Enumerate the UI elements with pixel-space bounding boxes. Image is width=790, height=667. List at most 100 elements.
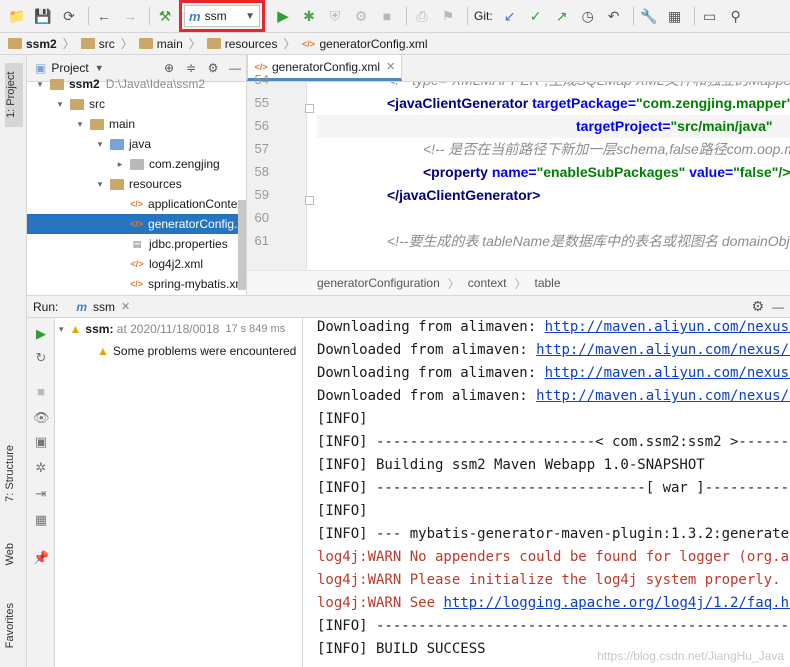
tree-item-resources[interactable]: ▾ resources [27,174,246,194]
tree-item-main[interactable]: ▾ main [27,114,246,134]
tree-item-log4j2[interactable]: </> log4j2.xml [27,254,246,274]
code-area[interactable]: <!-- type="XMLMAPPER",生成SQLMap XML文件和独立的… [309,82,790,270]
git-rollback-icon[interactable]: ↶ [603,5,625,27]
folder-icon [80,38,95,49]
sync-icon[interactable]: ⟳ [58,5,80,27]
import-icon[interactable]: ⇥ [33,486,49,502]
gear-icon[interactable]: ⚙ [751,298,764,315]
tree-item-application-context[interactable]: </> applicationContext.xml [27,194,246,214]
breadcrumb-item-resources[interactable]: resources [206,37,277,51]
git-push-icon[interactable]: ↗ [551,5,573,27]
tab-generator-config[interactable]: </> generatorConfig.xml ✕ [247,54,403,81]
breadcrumb-item-main[interactable]: main [138,37,183,51]
run-header: Run: m ssm ✕ ⚙ — [27,296,790,318]
tool-tab-web[interactable]: Web [4,543,22,565]
project-view-selector[interactable]: Project [51,61,88,75]
stop-icon[interactable]: ■ [376,5,398,27]
tree-item-src[interactable]: ▾ src [27,94,246,114]
tree-item-jdbc-properties[interactable]: ▤ jdbc.properties [27,234,246,254]
back-icon[interactable]: ← [93,5,115,27]
save-all-icon[interactable]: 💾 [32,5,54,27]
run-label: Run: [33,299,59,314]
code-line-58: <property name="enableSubPackages" value… [423,164,790,180]
console-line: [INFO] Building ssm2 Maven Webapp 1.0-SN… [317,457,705,473]
code-line-57: <!-- 是否在当前路径下新加一层schema,false路径com.oop.m… [423,141,790,157]
warning-icon: ▲ [69,322,82,336]
run-actions-bar: ▶ ↻ ■ 👁 ▣ ✲ ⇥ ▦ 📌 [27,318,55,667]
expand-arrow-icon: ▾ [37,78,43,89]
close-icon[interactable]: ✕ [121,300,130,313]
folder-icon [206,38,221,49]
close-icon[interactable]: ✕ [386,60,395,73]
breadcrumb-item-ssm2[interactable]: ssm2 [8,37,57,51]
breadcrumb-item-file[interactable]: </> generatorConfig.xml [301,37,428,51]
hide-icon[interactable]: — [224,61,246,75]
crumb-table[interactable]: table [534,276,560,290]
hide-icon[interactable]: — [772,300,784,314]
coverage-icon[interactable]: ⛨ [324,5,346,27]
tool-tab-favorites[interactable]: Favorites [4,603,22,648]
locate-icon[interactable]: ⊕ [158,61,180,75]
run-icon[interactable]: ▶ [272,5,294,27]
settings-icon[interactable]: ✲ [33,460,49,476]
profile-icon[interactable]: ⚙ [350,5,372,27]
run-config-label: ssm [204,9,227,23]
console-link[interactable]: http://maven.aliyun.com/nexus/content/gr… [536,388,790,404]
tree-item-spring-mybatis[interactable]: </> spring-mybatis.xml [27,274,246,294]
open-folder-icon[interactable]: 📁 [6,5,28,27]
build-hammer-icon[interactable]: ⚒ [154,5,176,27]
tree-item-generator-config[interactable]: </> generatorConfig.xml [27,214,246,234]
breadcrumb-item-src[interactable]: src [80,37,115,51]
project-scrollbar[interactable] [238,200,246,290]
deploy-icon[interactable]: ⚑ [437,5,459,27]
toolbar-separator [149,7,150,25]
console-link[interactable]: http://maven.aliyun.com/nexus/content/gr… [545,319,790,335]
collapse-all-icon[interactable]: ≑ [180,61,202,75]
run-tab-ssm[interactable]: ssm [93,300,115,314]
code-line-56: targetProject="src/main/java" [576,118,773,134]
camera-icon[interactable]: ▣ [33,434,49,450]
tree-item-java[interactable]: ▾ java [27,134,246,154]
settings-wrench-icon[interactable]: 🔧 [638,5,660,27]
debug-icon[interactable]: ✱ [298,5,320,27]
xml-file-icon: </> [301,38,315,49]
console-line: [INFO] --------------------------< com.s… [317,434,790,450]
crumb-generator-configuration[interactable]: generatorConfiguration [317,276,440,290]
pin-icon[interactable]: 📌 [33,550,49,566]
stop-icon[interactable]: ■ [33,384,49,399]
console-link[interactable]: http://maven.aliyun.com/nexus/content/gr… [545,365,790,381]
update-running-icon[interactable]: ⎙ [411,5,433,27]
console-link[interactable]: http://maven.aliyun.com/nexus/content/gr… [536,342,790,358]
git-history-icon[interactable]: ◷ [577,5,599,27]
crumb-context[interactable]: context [468,276,507,290]
tree-item-root[interactable]: ▾ ssm2 D:\Java\Idea\ssm2 [27,74,246,94]
console-line: [INFO] BUILD SUCCESS [317,641,486,657]
tool-tab-project[interactable]: 1: Project [5,63,23,127]
git-update-icon[interactable]: ↙ [499,5,521,27]
folder-icon [70,98,84,110]
run-config-dropdown[interactable]: m ssm ▼ [179,0,265,32]
tool-tab-structure[interactable]: 7: Structure [4,445,22,502]
run-tree-item-problems[interactable]: ▲ Some problems were encountered [55,340,302,362]
xml-file-icon: </> [254,61,268,72]
tree-item-com-zengjing[interactable]: ▸ com.zengjing [27,154,246,174]
resources-folder-icon [110,178,124,190]
gear-icon[interactable]: ⚙ [202,61,224,75]
chevron-down-icon[interactable]: ▼ [95,63,104,73]
forward-icon[interactable]: → [119,5,141,27]
line-number: 60 [254,210,269,225]
chevron-down-icon: ▼ [245,10,255,22]
folder-icon [90,118,104,130]
rerun-icon[interactable]: ▶ [33,326,49,342]
run-tree-root[interactable]: ▾ ▲ ssm: at 2020/11/18/0018 17 s 849 ms [55,318,302,340]
project-structure-icon[interactable]: ▦ [664,5,686,27]
terminal-icon[interactable]: ▭ [699,5,721,27]
console-link[interactable]: http://logging.apache.org/log4j/1.2/faq.… [443,595,790,611]
git-commit-icon[interactable]: ✓ [525,5,547,27]
search-icon[interactable]: ⚲ [725,5,747,27]
console-output[interactable]: Downloading from alimaven: http://maven.… [303,318,790,667]
layout-icon[interactable]: ▦ [33,512,49,528]
left-tool-strip: 1: Project 7: Structure Web Favorites [0,55,27,667]
toggle-offline-icon[interactable]: ↻ [33,350,49,366]
show-view-icon[interactable]: 👁 [33,410,50,426]
